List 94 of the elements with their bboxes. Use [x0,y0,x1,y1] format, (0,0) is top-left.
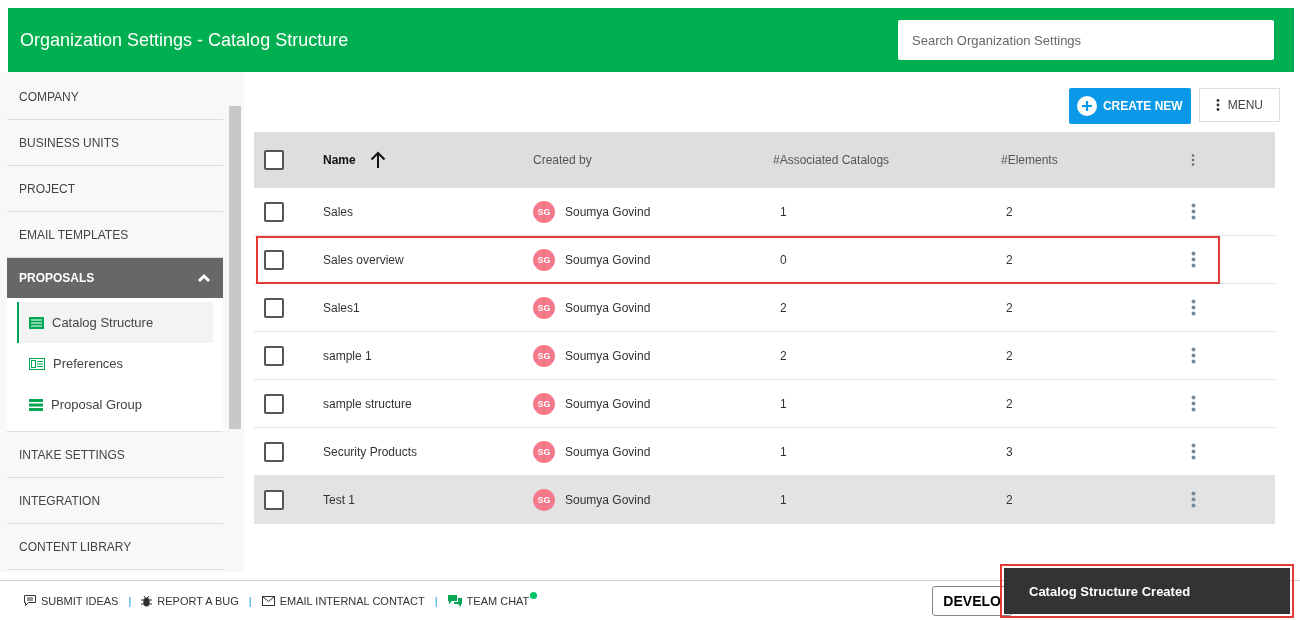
table-row[interactable]: Test 1 SG Soumya Govind 1 2 [254,476,1275,524]
table-row[interactable]: Sales overview SG Soumya Govind 0 2 [254,236,1275,284]
table-cell: 1 [780,444,787,459]
submenu-item[interactable]: Proposal Group [17,384,213,425]
table-cell: 1 [780,492,787,507]
scrollbar[interactable] [229,106,241,429]
more-icon[interactable] [1190,203,1196,220]
table-row[interactable]: sample structure SG Soumya Govind 1 2 [254,380,1275,428]
column-header[interactable]: Name [323,153,356,167]
more-icon[interactable] [1190,395,1196,412]
mail-icon [261,595,275,606]
table-cell: 2 [1006,396,1013,411]
column-header[interactable]: #Associated Catalogs [773,153,890,167]
row-checkbox[interactable] [264,345,284,366]
table-cell: 2 [780,348,787,363]
sidebar-item[interactable]: COMPANY [7,74,223,120]
table-cell: Soumya Govind [565,300,651,315]
table-row[interactable]: sample 1 SG Soumya Govind 2 2 [254,332,1275,380]
column-header[interactable]: #Elements [1001,153,1058,167]
table-cell: Soumya Govind [565,204,651,219]
table-cell: 2 [1006,204,1013,219]
table-cell: 3 [1006,444,1013,459]
table-cell: 2 [1006,348,1013,363]
table-cell: 2 [1006,300,1013,315]
sidebar-item[interactable]: CONTENT LIBRARY [7,524,223,570]
sidebar-item[interactable]: BUSINESS UNITS [7,120,223,166]
row-checkbox[interactable] [264,489,284,510]
table-cell: Soumya Govind [565,492,651,507]
column-header[interactable]: Created by [533,153,592,167]
row-checkbox[interactable] [264,249,284,270]
sidebar-item[interactable]: PROPOSALS [7,258,223,298]
sidebar-item[interactable]: INTEGRATION [7,478,223,524]
row-checkbox[interactable] [264,297,284,318]
table-cell: Soumya Govind [565,444,651,459]
table-row[interactable]: Sales SG Soumya Govind 1 2 [254,188,1275,236]
card-icon [29,357,45,370]
menu-button[interactable]: MENU [1198,88,1280,122]
search-field[interactable]: Search Organization Settings [898,20,1274,60]
sidebar-item[interactable]: INTAKE SETTINGS [7,432,223,478]
select-all-checkbox[interactable] [264,150,284,170]
list-icon [29,316,44,329]
page-title: Organization Settings - Catalog Structure [20,29,349,51]
submenu-item[interactable]: Catalog Structure [17,302,213,343]
row-checkbox[interactable] [264,393,284,414]
avatar-initials: SG [533,488,555,511]
table-cell: 0 [780,252,787,267]
avatar-initials: SG [533,344,555,367]
table-cell: 2 [1006,492,1013,507]
more-icon[interactable] [1190,251,1196,268]
table-cell: Soumya Govind [565,396,651,411]
row-checkbox[interactable] [264,201,284,222]
more-icon [1215,99,1220,111]
footer-link[interactable]: REPORT A BUG [141,594,239,607]
separator: | [434,594,438,607]
more-icon[interactable] [1190,299,1196,316]
row-checkbox[interactable] [264,441,284,462]
table-cell: Sales overview [323,252,404,267]
footer-link[interactable]: SUBMIT IDEAS [24,594,119,607]
more-icon[interactable] [1191,154,1195,166]
arrow-up-icon[interactable] [369,151,386,169]
toast-notification: Catalog Structure Created [1000,564,1294,618]
chat-icon [447,594,462,607]
separator: | [128,594,132,607]
sidebar-item[interactable]: PROJECT [7,166,223,212]
avatar-initials: SG [533,200,555,223]
bug-icon [141,594,153,607]
table-cell: sample 1 [323,348,372,363]
table-cell: 2 [780,300,787,315]
chevron-up-icon [197,273,211,283]
table-cell: Security Products [323,444,418,459]
footer-link[interactable]: EMAIL INTERNAL CONTACT [261,594,425,607]
footer-link[interactable]: TEAM CHAT [447,594,530,607]
table-row[interactable]: Sales1 SG Soumya Govind 2 2 [254,284,1275,332]
table-cell: 2 [1006,252,1013,267]
submenu-item[interactable]: Preferences [17,343,213,384]
table-cell: sample structure [323,396,412,411]
separator: | [248,594,252,607]
avatar-initials: SG [533,248,555,271]
more-icon[interactable] [1190,491,1196,508]
avatar-initials: SG [533,440,555,463]
stack-icon [29,398,43,411]
table-cell: 1 [780,396,787,411]
more-icon[interactable] [1190,443,1196,460]
more-icon[interactable] [1190,347,1196,364]
table-cell: Test 1 [323,492,355,507]
table-cell: Soumya Govind [565,348,651,363]
table-cell: Sales1 [323,300,360,315]
comment-icon [24,595,36,606]
table-cell: Sales [323,204,354,219]
table-cell: 1 [780,204,787,219]
table-cell: Soumya Govind [565,252,651,267]
plus-icon [1076,96,1097,116]
avatar-initials: SG [533,392,555,415]
avatar-initials: SG [533,296,555,319]
